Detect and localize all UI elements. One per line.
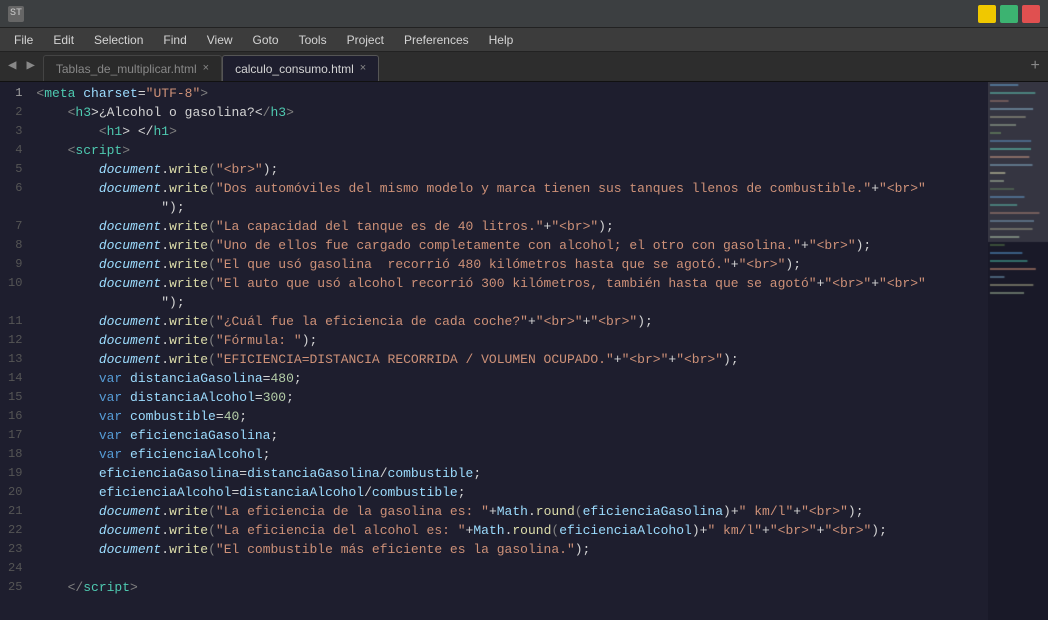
line-number: 21 [8,502,22,521]
code-line: var distanciaAlcohol=300; [36,388,988,407]
tab-tab1[interactable]: Tablas_de_multiplicar.html × [43,55,222,81]
tab-next-arrow[interactable]: ▶ [22,51,38,81]
code-line: <h3>¿Alcohol o gasolina?</h3> [36,103,988,122]
code-line: document.write("El auto que usó alcohol … [36,274,988,293]
minimap[interactable] [988,82,1048,620]
code-line: <h1> </h1> [36,122,988,141]
code-line: var distanciaGasolina=480; [36,369,988,388]
line-number: 13 [8,350,22,369]
minimap-canvas [988,82,1048,620]
menu-item-tools[interactable]: Tools [289,28,337,51]
line-number: 15 [8,388,22,407]
menu-item-selection[interactable]: Selection [84,28,153,51]
line-number: 16 [8,407,22,426]
code-line: "); [36,293,988,312]
tab-bar-left: ◀ ▶ [0,51,43,81]
app-icon: ST [8,6,24,22]
line-number: 25 [8,578,22,597]
tab-tab2[interactable]: calculo_consumo.html × [222,55,379,81]
code-line: document.write("¿Cuál fue la eficiencia … [36,312,988,331]
code-line: var combustible=40; [36,407,988,426]
code-line: document.write("Uno de ellos fue cargado… [36,236,988,255]
code-line: eficienciaGasolina=distanciaGasolina/com… [36,464,988,483]
line-number: 22 [8,521,22,540]
code-line: var eficienciaGasolina; [36,426,988,445]
menu-item-goto[interactable]: Goto [243,28,289,51]
line-number: 23 [8,540,22,559]
window-controls [978,5,1040,23]
tab-bar-right: + [1030,51,1048,81]
code-line: document.write("EFICIENCIA=DISTANCIA REC… [36,350,988,369]
line-number: 3 [8,122,22,141]
code-line [36,559,988,578]
code-content[interactable]: <meta charset="UTF-8"> <h3>¿Alcohol o ga… [32,82,988,620]
close-button[interactable] [1022,5,1040,23]
menu-item-project[interactable]: Project [337,28,394,51]
code-line: <meta charset="UTF-8"> [36,84,988,103]
line-number: 6 [8,179,22,198]
line-number: 4 [8,141,22,160]
line-number: 5 [8,160,22,179]
code-line: document.write("Fórmula: "); [36,331,988,350]
menu-item-find[interactable]: Find [153,28,196,51]
line-number: 1 [8,84,22,103]
code-line: var eficienciaAlcohol; [36,445,988,464]
line-number: 2 [8,103,22,122]
tab-prev-arrow[interactable]: ◀ [4,51,20,81]
code-line: "); [36,198,988,217]
line-number: 14 [8,369,22,388]
menu-item-view[interactable]: View [197,28,243,51]
line-number [8,293,22,312]
menu-item-preferences[interactable]: Preferences [394,28,479,51]
new-tab-button[interactable]: + [1030,51,1040,81]
maximize-button[interactable] [1000,5,1018,23]
line-number: 7 [8,217,22,236]
line-number: 11 [8,312,22,331]
tab-close-button[interactable]: × [203,63,209,74]
code-line: document.write("<br>"); [36,160,988,179]
code-line: <script> [36,141,988,160]
menu-item-file[interactable]: File [4,28,43,51]
code-line: </script> [36,578,988,597]
line-numbers: 1234567891011121314151617181920212223242… [0,82,32,620]
line-number: 8 [8,236,22,255]
menu-item-edit[interactable]: Edit [43,28,84,51]
code-line: document.write("El combustible más efici… [36,540,988,559]
tab-close-button[interactable]: × [360,63,366,74]
code-line: document.write("La eficiencia de la gaso… [36,502,988,521]
line-number: 24 [8,559,22,578]
title-bar: ST [0,0,1048,28]
tab-label: Tablas_de_multiplicar.html [56,62,197,76]
code-line: eficienciaAlcohol=distanciaAlcohol/combu… [36,483,988,502]
code-line: document.write("La eficiencia del alcoho… [36,521,988,540]
title-bar-left: ST [8,6,30,22]
line-number: 20 [8,483,22,502]
line-number: 9 [8,255,22,274]
tabs-container: Tablas_de_multiplicar.html×calculo_consu… [43,55,379,81]
line-number: 12 [8,331,22,350]
tab-bar: ◀ ▶ Tablas_de_multiplicar.html×calculo_c… [0,52,1048,82]
code-line: document.write("El que usó gasolina reco… [36,255,988,274]
menu-item-help[interactable]: Help [479,28,524,51]
line-number: 18 [8,445,22,464]
line-number: 10 [8,274,22,293]
code-line: document.write("Dos automóviles del mism… [36,179,988,198]
line-number: 19 [8,464,22,483]
line-number: 17 [8,426,22,445]
code-line: document.write("La capacidad del tanque … [36,217,988,236]
tab-label: calculo_consumo.html [235,62,354,76]
line-number [8,198,22,217]
menu-bar: FileEditSelectionFindViewGotoToolsProjec… [0,28,1048,52]
editor-area: 1234567891011121314151617181920212223242… [0,82,1048,620]
minimize-button[interactable] [978,5,996,23]
